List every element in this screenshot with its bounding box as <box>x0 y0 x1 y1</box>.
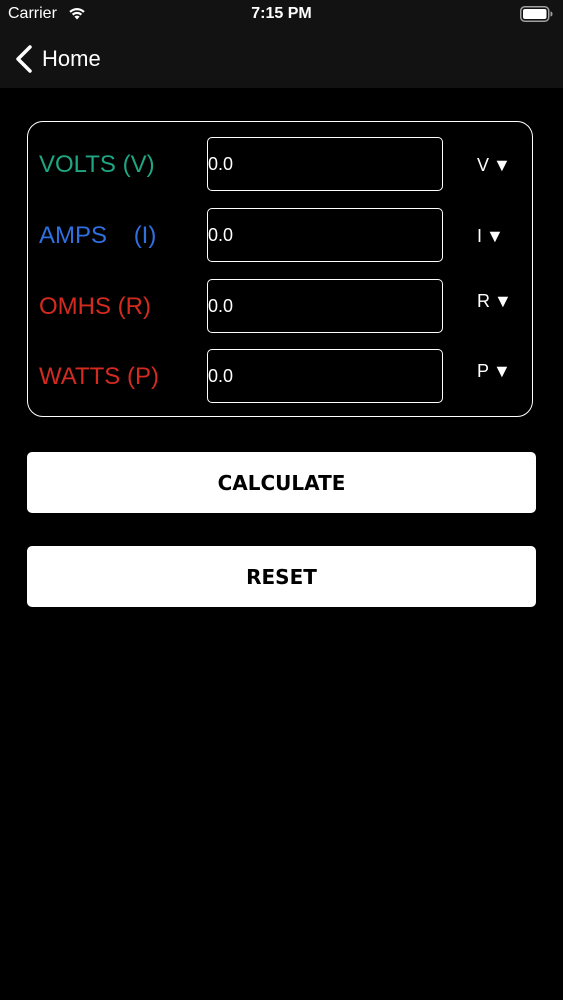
amps-unit-label: I <box>477 225 483 246</box>
ohms-unit-select[interactable]: R ▼ <box>477 286 517 316</box>
calculator-panel: VOLTS (V) V ▼ AMPS (I) I ▼ OMHS (R) R ▼ … <box>27 121 533 417</box>
ohms-unit-label: R <box>477 290 490 311</box>
back-label: Home <box>42 46 101 71</box>
amps-label: AMPS (I) <box>39 222 157 249</box>
amps-input[interactable] <box>207 208 443 262</box>
volts-unit-label: V <box>477 154 490 175</box>
back-button[interactable]: Home <box>14 42 101 76</box>
status-bar: Carrier 7:15 PM <box>0 0 563 30</box>
chevron-left-icon <box>16 45 32 73</box>
calculate-button[interactable]: CALCULATE <box>27 452 536 513</box>
watts-unit-label: P <box>477 360 490 381</box>
watts-label: WATTS (P) <box>39 363 159 390</box>
navigation-bar: Home <box>0 30 563 88</box>
ohms-input[interactable] <box>207 279 443 333</box>
dropdown-triangle-icon: ▼ <box>493 360 511 381</box>
ohms-label: OMHS (R) <box>39 293 151 320</box>
watts-input[interactable] <box>207 349 443 403</box>
watts-unit-select[interactable]: P ▼ <box>477 356 517 386</box>
volts-label: VOLTS (V) <box>39 151 155 178</box>
dropdown-triangle-icon: ▼ <box>493 154 511 175</box>
reset-button[interactable]: RESET <box>27 546 536 607</box>
amps-unit-select[interactable]: I ▼ <box>477 221 517 251</box>
battery-icon <box>520 6 553 22</box>
volts-unit-select[interactable]: V ▼ <box>477 150 517 180</box>
dropdown-triangle-icon: ▼ <box>494 290 512 311</box>
volts-input[interactable] <box>207 137 443 191</box>
status-time: 7:15 PM <box>251 5 312 22</box>
dropdown-triangle-icon: ▼ <box>486 225 504 246</box>
